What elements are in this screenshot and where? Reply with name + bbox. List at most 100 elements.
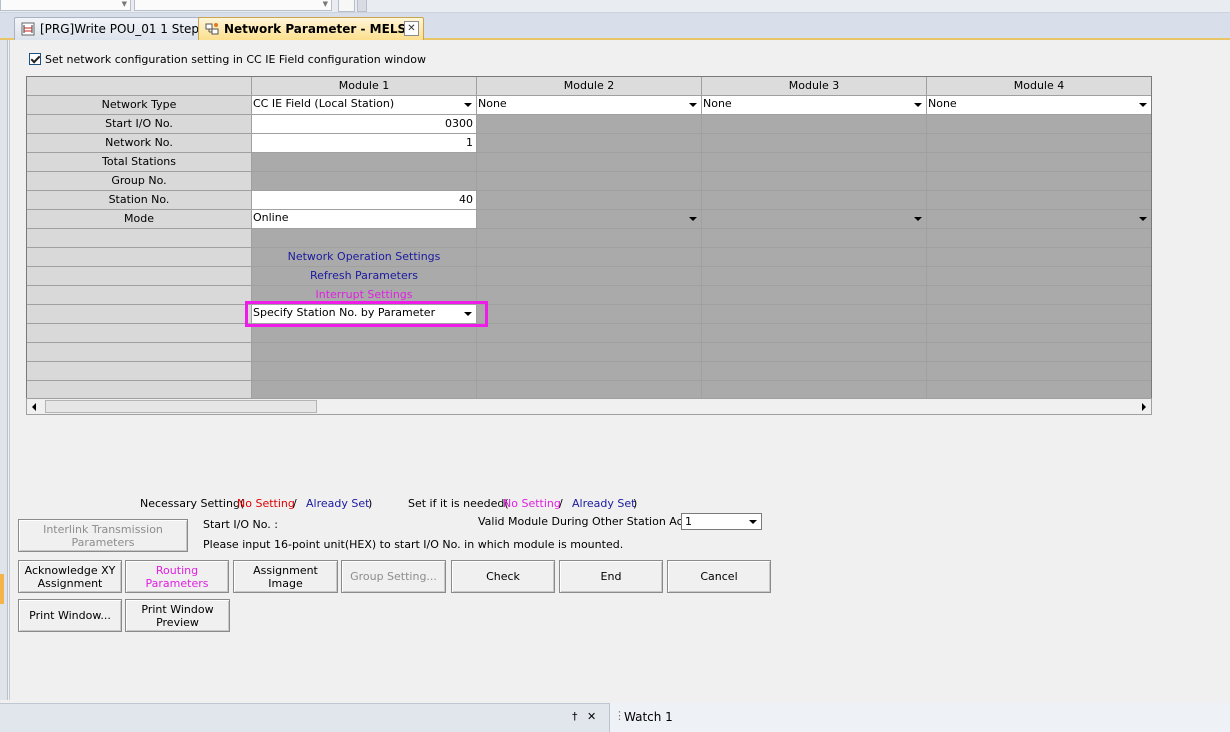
toolbar-dropdown-icon[interactable]	[357, 0, 367, 12]
network-type-value: None	[478, 97, 507, 110]
grid-cell-empty	[477, 286, 701, 304]
sync-config-checkbox[interactable]	[29, 53, 41, 65]
row-label-empty	[27, 229, 251, 247]
chevron-down-icon	[1139, 103, 1147, 107]
row-label-network-type: Network Type	[27, 96, 251, 114]
group-setting-button[interactable]: Group Setting...	[341, 560, 446, 593]
grid-cell-empty	[477, 305, 701, 323]
grid-cell-empty	[927, 305, 1151, 323]
legend-necessary-label: Necessary Setting(	[140, 497, 245, 510]
valid-module-select[interactable]: 1	[681, 513, 762, 530]
grid-cell-disabled	[477, 153, 701, 171]
grid-cell-disabled	[927, 153, 1151, 171]
row-label-empty	[27, 267, 251, 285]
toolbar-combo-2[interactable]: ▼	[134, 0, 332, 11]
grid-cell-empty	[702, 267, 926, 285]
network-no-input-module-1[interactable]: 1	[252, 134, 476, 152]
row-label-empty	[27, 343, 251, 361]
station-spec-select-module-1[interactable]: Specify Station No. by Parameter	[252, 305, 476, 323]
grid-cell-disabled	[927, 172, 1151, 190]
chevron-down-icon	[914, 217, 922, 221]
grid-cell-disabled	[927, 115, 1151, 133]
mode-select-module-3[interactable]	[702, 210, 926, 228]
station-no-input-module-1[interactable]: 40	[252, 191, 476, 209]
interrupt-settings-link[interactable]: Interrupt Settings	[252, 286, 476, 304]
grid-cell-empty	[477, 324, 701, 342]
network-type-select-module-2[interactable]: None	[477, 96, 701, 114]
left-dock-accent	[0, 574, 4, 604]
routing-parameters-button[interactable]: Routing Parameters	[125, 560, 229, 593]
start-io-input-module-1[interactable]: 0300	[252, 115, 476, 133]
pin-icon[interactable]: †	[572, 710, 578, 723]
grid-cell-disabled	[477, 172, 701, 190]
network-type-select-module-4[interactable]: None	[927, 96, 1151, 114]
grid-cell-empty	[927, 381, 1151, 398]
grid-cell-empty	[252, 362, 476, 380]
toolbar-combo-1[interactable]: ▼	[0, 0, 131, 11]
grid-cell-disabled	[702, 172, 926, 190]
grid-cell-empty	[477, 267, 701, 285]
interlink-transmission-button[interactable]: Interlink Transmission Parameters	[18, 519, 188, 552]
grid-cell-empty	[927, 362, 1151, 380]
tab-program[interactable]: [PRG]Write POU_01 1 Step	[14, 17, 210, 40]
grid-horizontal-scrollbar[interactable]	[26, 398, 1152, 415]
scrollbar-thumb[interactable]	[45, 400, 317, 413]
assignment-image-button[interactable]: Assignment Image	[233, 560, 338, 593]
scroll-right-icon[interactable]	[1142, 403, 1146, 411]
close-icon[interactable]: ✕	[587, 710, 596, 723]
mode-value: Online	[253, 211, 289, 224]
mode-select-module-4[interactable]	[927, 210, 1151, 228]
network-type-select-module-3[interactable]: None	[702, 96, 926, 114]
grid-cell-empty	[927, 286, 1151, 304]
grid-cell-disabled	[477, 134, 701, 152]
grid-cell-empty	[927, 343, 1151, 361]
chevron-down-icon	[914, 103, 922, 107]
grid-cell-empty	[927, 324, 1151, 342]
toolbar-strip: ▼ ▼	[0, 0, 1230, 13]
row-label-empty	[27, 305, 251, 323]
grid-cell-empty	[702, 229, 926, 247]
grid-cell-empty	[477, 229, 701, 247]
grid-cell-empty	[252, 343, 476, 361]
chevron-down-icon: ▼	[121, 0, 127, 8]
network-type-select-module-1[interactable]: CC IE Field (Local Station)	[252, 96, 476, 114]
network-type-value: None	[928, 97, 957, 110]
watch-panel-tab[interactable]: ⋮ Watch 1	[609, 703, 1230, 732]
row-label-empty	[27, 286, 251, 304]
grid-cell-disabled	[702, 191, 926, 209]
mode-select-module-1[interactable]: Online	[252, 210, 476, 228]
mode-select-module-2[interactable]	[477, 210, 701, 228]
acknowledge-xy-button[interactable]: Acknowledge XY Assignment	[18, 560, 122, 593]
row-label-empty	[27, 362, 251, 380]
grid-cell-empty	[702, 381, 926, 398]
row-label-empty	[27, 324, 251, 342]
grid-cell-empty	[477, 343, 701, 361]
scroll-left-icon[interactable]	[32, 403, 36, 411]
network-operation-settings-link[interactable]: Network Operation Settings	[252, 248, 476, 266]
refresh-parameters-link[interactable]: Refresh Parameters	[252, 267, 476, 285]
row-label-station-no: Station No.	[27, 191, 251, 209]
row-label-network-no: Network No.	[27, 134, 251, 152]
grid-cell-empty	[477, 381, 701, 398]
network-type-value: None	[703, 97, 732, 110]
print-window-button[interactable]: Print Window...	[18, 599, 122, 632]
group-no-cell-module-1	[252, 172, 476, 190]
cancel-button[interactable]: Cancel	[667, 560, 771, 593]
print-window-preview-button[interactable]: Print Window Preview	[125, 599, 230, 632]
legend-close-paren: )	[368, 497, 373, 510]
close-icon[interactable]: ✕	[404, 21, 419, 36]
start-io-info-label: Start I/O No. :	[203, 518, 278, 531]
watch-tab-label: Watch 1	[624, 710, 673, 724]
grid-cell-empty	[927, 229, 1151, 247]
chevron-down-icon	[749, 520, 757, 524]
legend-optional-already-set: Already Set	[572, 497, 636, 510]
document-icon[interactable]	[338, 0, 355, 12]
valid-module-value: 1	[685, 515, 692, 528]
check-button[interactable]: Check	[451, 560, 555, 593]
chevron-down-icon	[464, 312, 472, 316]
tab-network-parameter[interactable]: Network Parameter - MELS... ✕	[198, 17, 424, 40]
grid-cell-disabled	[702, 134, 926, 152]
grid-cell-empty	[702, 343, 926, 361]
end-button[interactable]: End	[559, 560, 663, 593]
row-label-empty	[27, 381, 251, 398]
